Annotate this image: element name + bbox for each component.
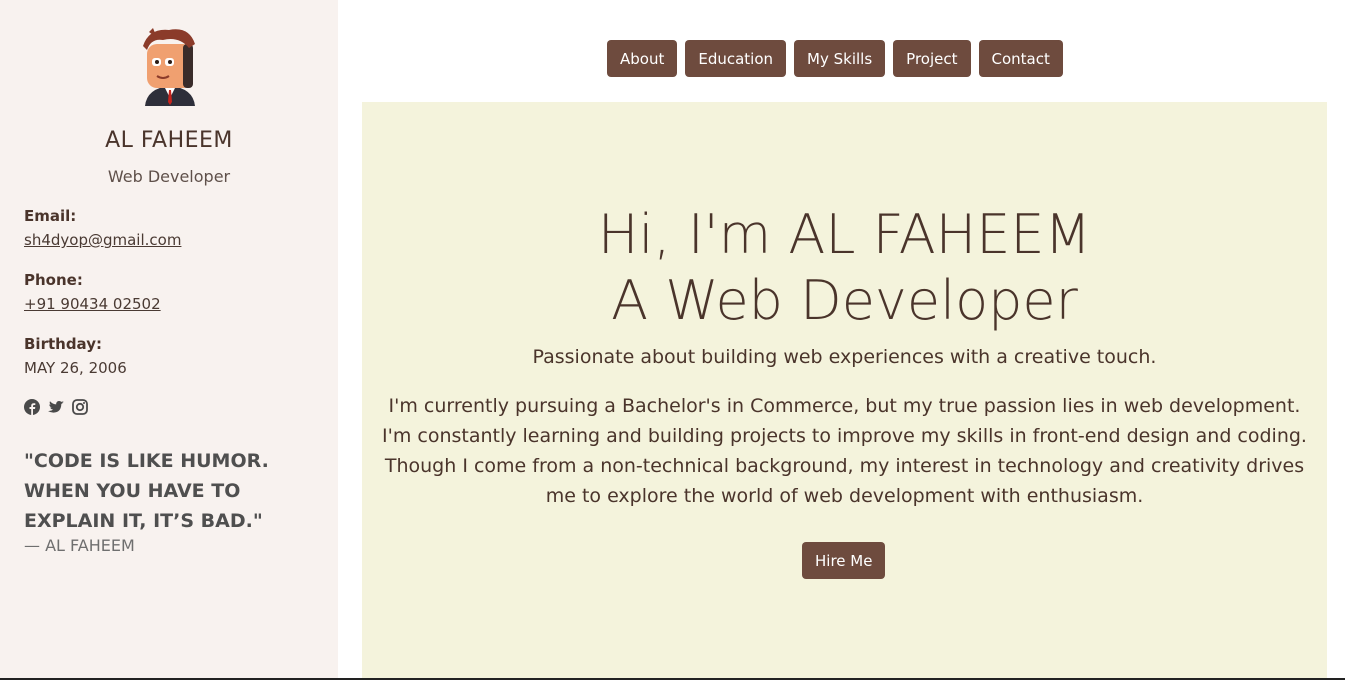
quote-author: — AL FAHEEM [24, 536, 135, 555]
nav-project-button[interactable]: Project [893, 40, 971, 77]
phone-label: Phone: [24, 271, 83, 289]
profile-name: AL FAHEEM [105, 128, 233, 153]
social-links [24, 399, 88, 415]
quote-text: "CODE IS LIKE HUMOR. WHEN YOU HAVE TO EX… [24, 450, 269, 532]
top-nav: About Education My Skills Project Contac… [607, 40, 1063, 77]
email-link[interactable]: sh4dyop@gmail.com [24, 228, 181, 252]
avatar [143, 28, 195, 106]
instagram-icon[interactable] [72, 399, 88, 415]
nav-contact-button[interactable]: Contact [978, 40, 1063, 77]
birthday-label: Birthday: [24, 335, 102, 353]
hero-title: Hi, I'm AL FAHEEM A Web Developer [362, 202, 1327, 334]
sidebar: AL FAHEEM Web Developer Email: sh4dyop@g… [0, 0, 338, 680]
hero-section: Hi, I'm AL FAHEEM A Web Developer Passio… [362, 102, 1327, 680]
hero-title-line1: Hi, I'm AL FAHEEM [597, 203, 1092, 266]
hero-bio: I'm currently pursuing a Bachelor's in C… [382, 395, 1307, 507]
email-label: Email: [24, 207, 77, 225]
phone-link[interactable]: +91 90434 02502 [24, 292, 161, 316]
twitter-icon[interactable] [48, 399, 64, 415]
birthday-block: Birthday: MAY 26, 2006 [24, 332, 127, 380]
hire-me-button[interactable]: Hire Me [802, 542, 886, 579]
nav-about-button[interactable]: About [607, 40, 678, 77]
profile-role: Web Developer [107, 167, 231, 186]
email-block: Email: sh4dyop@gmail.com [24, 204, 181, 252]
birthday-value: MAY 26, 2006 [24, 359, 127, 377]
facebook-icon[interactable] [24, 399, 40, 415]
nav-education-button[interactable]: Education [685, 40, 787, 77]
phone-block: Phone: +91 90434 02502 [24, 268, 161, 316]
hero-title-line2: A Web Developer [611, 269, 1078, 332]
hero-tagline: Passionate about building web experience… [532, 346, 1157, 368]
nav-skills-button[interactable]: My Skills [794, 40, 886, 77]
